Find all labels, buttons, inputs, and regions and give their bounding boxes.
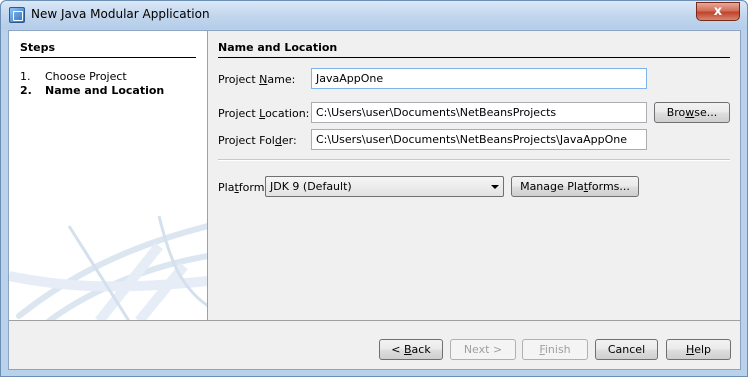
- close-button[interactable]: x: [696, 2, 740, 21]
- wizard-watermark-graphic: [9, 215, 207, 320]
- window-title: New Java Modular Application: [31, 7, 210, 21]
- step-label: Name and Location: [45, 84, 165, 97]
- project-folder-label: Project Folder:: [218, 134, 297, 147]
- chevron-down-icon[interactable]: [491, 185, 499, 189]
- next-button[interactable]: Next >: [450, 339, 516, 360]
- project-folder-input[interactable]: C:\Users\user\Documents\NetBeansProjects…: [311, 129, 647, 150]
- application-icon: [9, 7, 25, 23]
- manage-platforms-button[interactable]: Manage Platforms...: [511, 176, 639, 197]
- panel-title: Name and Location: [218, 41, 338, 54]
- step-choose-project: 1. Choose Project: [20, 70, 127, 83]
- cancel-button[interactable]: Cancel: [595, 339, 658, 360]
- platform-selected-value: JDK 9 (Default): [270, 180, 352, 193]
- steps-heading: Steps: [20, 41, 56, 54]
- steps-panel: Steps 1. Choose Project 2. Name and Locati…: [9, 31, 208, 320]
- browse-button[interactable]: Browse...: [654, 102, 730, 123]
- platform-label: Platform:: [218, 181, 269, 194]
- dialog-content: Steps 1. Choose Project 2. Name and Locati…: [8, 30, 741, 370]
- back-button[interactable]: < Back: [379, 339, 443, 360]
- steps-heading-rule: [20, 57, 196, 58]
- help-button[interactable]: Help: [666, 339, 731, 360]
- project-name-input[interactable]: JavaAppOne: [311, 68, 647, 89]
- dialog-window: New Java Modular Application x Steps 1. C…: [0, 0, 748, 377]
- step-name-and-location: 2. Name and Location: [20, 84, 164, 97]
- section-separator: [218, 159, 730, 161]
- project-name-label: Project Name:: [218, 73, 296, 86]
- project-location-label: Project Location:: [218, 107, 310, 120]
- title-bar[interactable]: New Java Modular Application x: [1, 1, 747, 29]
- step-label: Choose Project: [45, 70, 127, 83]
- panel-title-rule: [218, 57, 730, 58]
- footer-separator: [9, 320, 740, 321]
- project-location-input[interactable]: C:\Users\user\Documents\NetBeansProjects: [311, 102, 647, 123]
- platform-select[interactable]: JDK 9 (Default): [265, 176, 504, 197]
- step-number: 1.: [20, 70, 31, 83]
- step-number: 2.: [20, 84, 32, 97]
- finish-button[interactable]: Finish: [522, 339, 588, 360]
